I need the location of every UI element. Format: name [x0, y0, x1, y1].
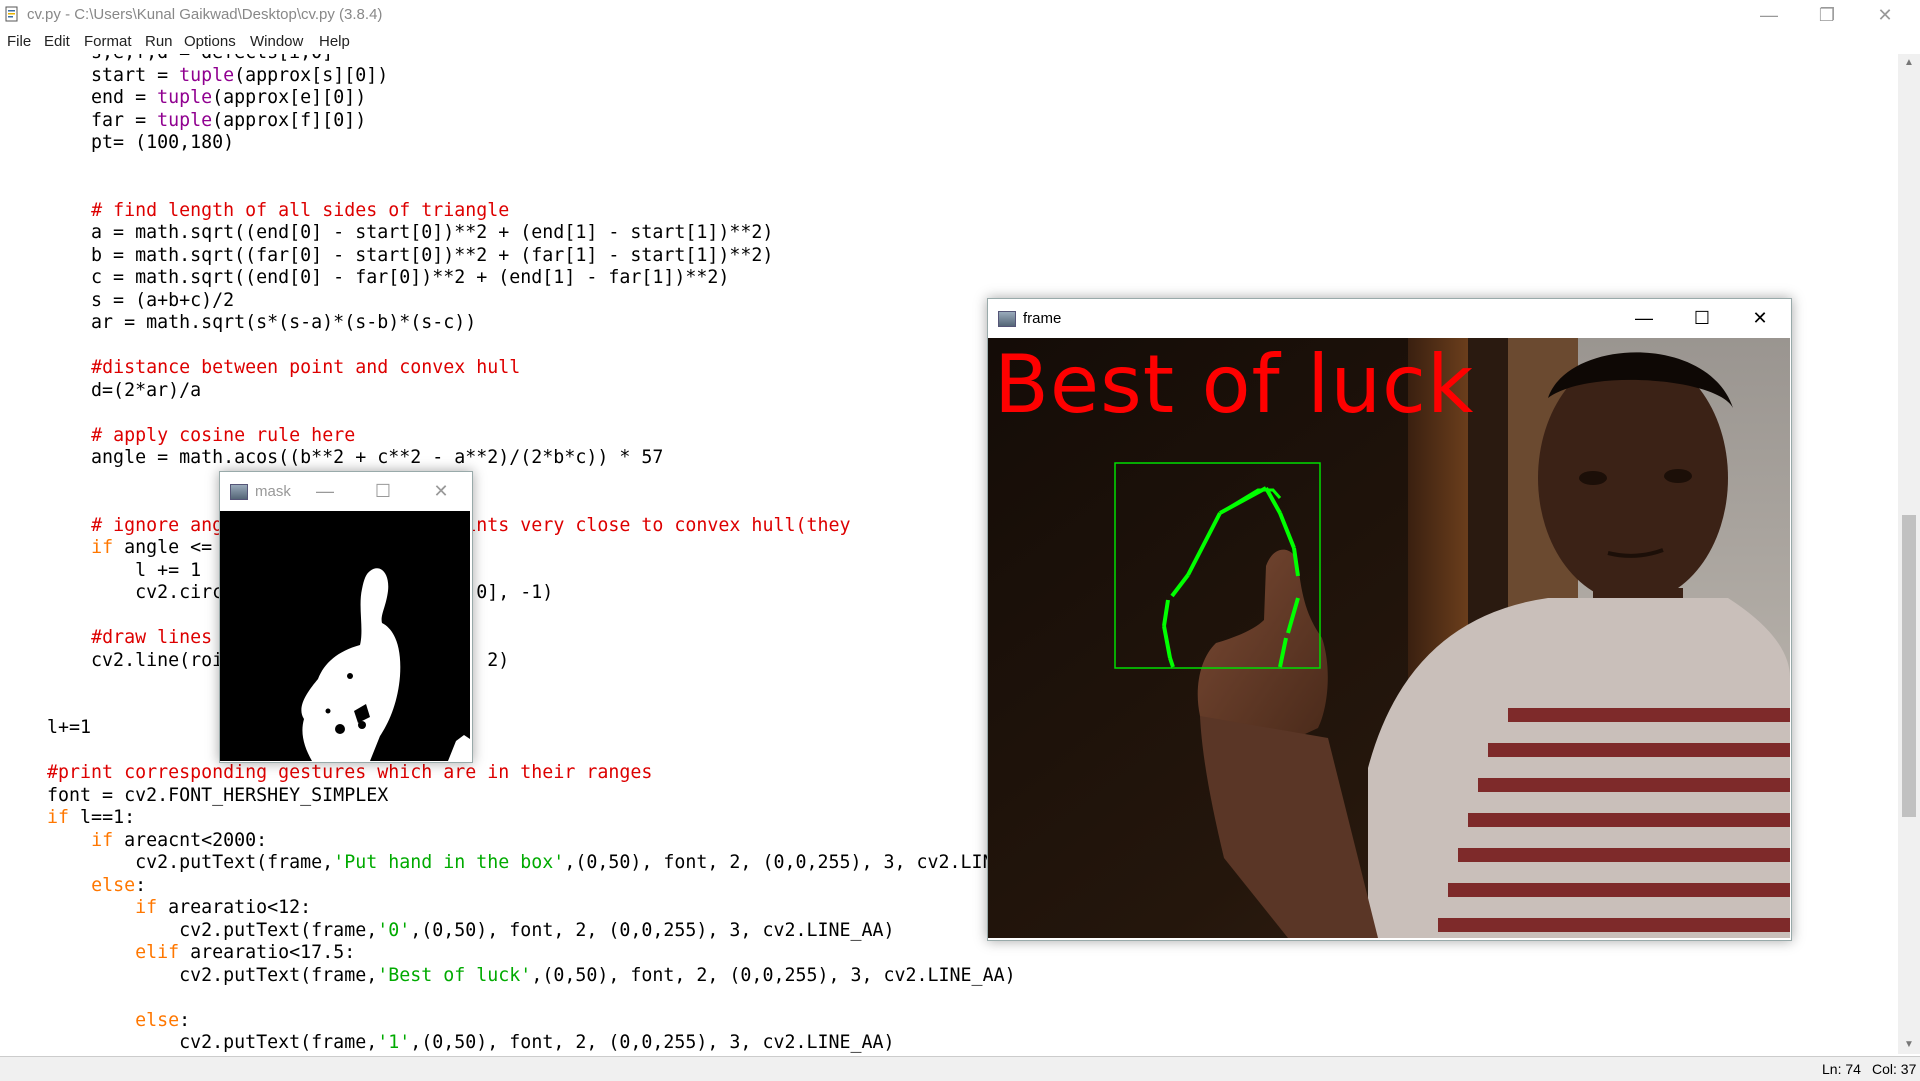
- code-line[interactable]: d=(2*ar)/a: [3, 380, 201, 402]
- menu-run[interactable]: Run: [145, 33, 173, 50]
- mask-maximize-button[interactable]: ☐: [354, 472, 412, 510]
- code-line[interactable]: elif arearatio<17.5:: [3, 942, 355, 964]
- code-line[interactable]: pt= (100,180): [3, 132, 234, 154]
- line-indicator: Ln: 74: [1822, 1061, 1861, 1077]
- close-button[interactable]: ✕: [1856, 0, 1914, 30]
- minimize-icon: —: [1635, 307, 1653, 328]
- mask-title-bar[interactable]: mask — ☐ ✕: [220, 472, 472, 510]
- window-icon: [230, 484, 248, 500]
- code-line[interactable]: if areacnt<2000:: [3, 830, 267, 852]
- mask-minimize-button[interactable]: —: [296, 472, 354, 510]
- menu-options[interactable]: Options: [184, 33, 236, 50]
- frame-title-bar[interactable]: frame — ☐ ✕: [988, 299, 1791, 337]
- menu-help[interactable]: Help: [319, 33, 350, 50]
- close-icon: ✕: [1877, 4, 1893, 25]
- minimize-icon: —: [316, 480, 334, 501]
- vertical-scrollbar[interactable]: ▲ ▼: [1898, 54, 1920, 1054]
- scrollbar-thumb[interactable]: [1902, 515, 1916, 817]
- minimize-icon: —: [1760, 4, 1778, 25]
- gesture-label: Best of luck: [994, 338, 1475, 431]
- code-line[interactable]: else:: [3, 875, 146, 897]
- python-file-icon: [5, 6, 18, 22]
- code-line[interactable]: a = math.sqrt((end[0] - start[0])**2 + (…: [3, 222, 773, 244]
- code-line[interactable]: cv2.putText(frame,'Put hand in the box',…: [3, 852, 1049, 874]
- code-line[interactable]: # apply cosine rule here: [3, 425, 355, 447]
- webcam-frame: Best of luck: [988, 338, 1790, 938]
- minimize-button[interactable]: —: [1740, 0, 1798, 30]
- code-line[interactable]: cv2.putText(frame,'Best of luck',(0,50),…: [3, 965, 1016, 987]
- code-line[interactable]: far = tuple(approx[f][0]): [3, 110, 366, 132]
- code-line[interactable]: l+=1: [3, 717, 91, 739]
- menu-window[interactable]: Window: [250, 33, 303, 50]
- frame-minimize-button[interactable]: —: [1615, 299, 1673, 337]
- code-line[interactable]: font = cv2.FONT_HERSHEY_SIMPLEX: [3, 785, 388, 807]
- idle-title-bar: cv.py - C:\Users\Kunal Gaikwad\Desktop\c…: [0, 0, 1920, 30]
- menu-bar: File Edit Format Run Options Window Help: [0, 30, 1920, 54]
- code-line[interactable]: ar = math.sqrt(s*(s-a)*(s-b)*(s-c)): [3, 312, 476, 334]
- code-line[interactable]: end = tuple(approx[e][0]): [3, 87, 366, 109]
- code-line[interactable]: cv2.putText(frame,'1',(0,50), font, 2, (…: [3, 1032, 894, 1054]
- frame-close-button[interactable]: ✕: [1731, 299, 1789, 337]
- mask-close-button[interactable]: ✕: [412, 472, 470, 510]
- maximize-icon: ☐: [374, 480, 392, 501]
- code-line[interactable]: l += 1: [3, 560, 201, 582]
- code-line[interactable]: # find length of all sides of triangle: [3, 200, 509, 222]
- close-icon: ✕: [433, 480, 449, 501]
- restore-icon: ❐: [1818, 4, 1836, 25]
- frame-window-title: frame: [1023, 310, 1062, 327]
- code-line[interactable]: start = tuple(approx[s][0]): [3, 65, 388, 87]
- frame-maximize-button[interactable]: ☐: [1673, 299, 1731, 337]
- code-line[interactable]: c = math.sqrt((end[0] - far[0])**2 + (en…: [3, 267, 729, 289]
- menu-format[interactable]: Format: [84, 33, 132, 50]
- window-icon: [998, 311, 1016, 327]
- code-line[interactable]: else:: [3, 1010, 190, 1032]
- code-line[interactable]: s = (a+b+c)/2: [3, 290, 234, 312]
- scroll-down-icon[interactable]: ▼: [1898, 1036, 1920, 1054]
- status-bar: Ln: 74 Col: 37: [0, 1056, 1920, 1081]
- restore-button[interactable]: ❐: [1798, 0, 1856, 30]
- code-line[interactable]: #distance between point and convex hull: [3, 357, 520, 379]
- menu-file[interactable]: File: [7, 33, 31, 50]
- maximize-icon: ☐: [1693, 307, 1711, 328]
- column-indicator: Col: 37: [1872, 1061, 1917, 1077]
- code-line[interactable]: cv2.putText(frame,'0',(0,50), font, 2, (…: [3, 920, 894, 942]
- code-line[interactable]: b = math.sqrt((far[0] - start[0])**2 + (…: [3, 245, 773, 267]
- code-line[interactable]: #print corresponding gestures which are …: [3, 762, 652, 784]
- mask-window[interactable]: mask — ☐ ✕: [219, 471, 473, 763]
- hand-mask-icon: [220, 511, 470, 761]
- close-icon: ✕: [1752, 307, 1768, 328]
- menu-edit[interactable]: Edit: [44, 33, 70, 50]
- window-title: cv.py - C:\Users\Kunal Gaikwad\Desktop\c…: [27, 6, 383, 23]
- frame-window[interactable]: frame — ☐ ✕ Best of luck: [987, 298, 1792, 941]
- mask-window-title: mask: [255, 483, 291, 500]
- code-line[interactable]: s,e,f,d = defects[i,0]: [3, 54, 333, 64]
- code-line[interactable]: angle = math.acos((b**2 + c**2 - a**2)/(…: [3, 447, 663, 469]
- scroll-up-icon[interactable]: ▲: [1898, 54, 1920, 72]
- code-line[interactable]: if l==1:: [3, 807, 135, 829]
- code-line[interactable]: if arearatio<12:: [3, 897, 311, 919]
- mask-image: [220, 511, 470, 761]
